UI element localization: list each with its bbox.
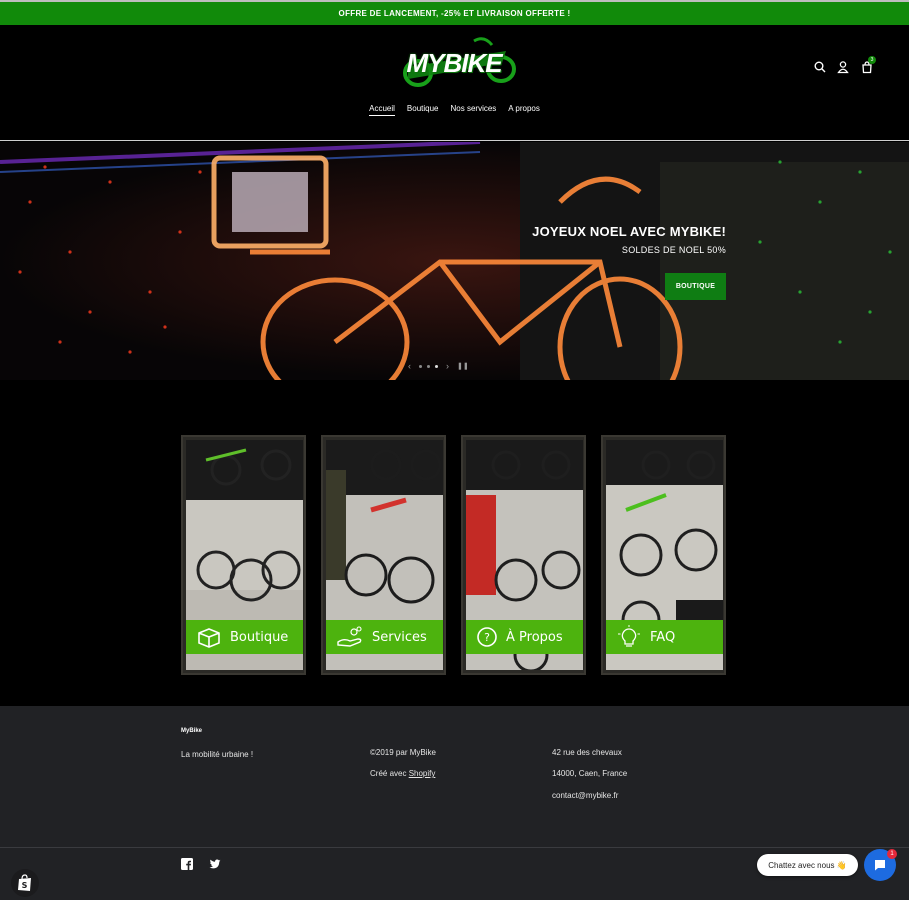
- footer-brand: MyBike: [181, 728, 203, 734]
- tile-label: À Propos: [506, 629, 563, 645]
- footer-divider: [0, 847, 909, 848]
- logo-text: MYBIKE: [406, 47, 502, 78]
- hero-slideshow: JOYEUX NOEL AVEC MYBIKE! SOLDES DE NOEL …: [0, 142, 909, 380]
- tile-services[interactable]: Services: [321, 435, 446, 675]
- tile-band: FAQ: [606, 620, 723, 654]
- search-icon[interactable]: [813, 60, 827, 74]
- shopify-link[interactable]: Shopify: [409, 769, 436, 778]
- user-icon[interactable]: [836, 60, 850, 74]
- footer-tagline: La mobilité urbaine !: [181, 750, 254, 759]
- facebook-icon[interactable]: [181, 858, 193, 870]
- box-icon: [198, 628, 220, 648]
- nav-item-apropos[interactable]: A propos: [508, 104, 540, 116]
- site-logo[interactable]: MYBIKE: [388, 37, 520, 89]
- main-nav: Accueil Boutique Nos services A propos: [0, 104, 909, 116]
- chevron-left-icon[interactable]: ‹: [408, 361, 411, 371]
- footer-address-line2: 14000, Caen, France: [552, 769, 628, 778]
- footer-email[interactable]: contact@mybike.fr: [552, 791, 618, 800]
- shopify-admin-badge[interactable]: S: [11, 869, 39, 897]
- pause-icon[interactable]: ❚❚: [457, 362, 469, 370]
- svg-text:?: ?: [484, 631, 490, 644]
- hero-subtitle: SOLDES DE NOEL 50%: [621, 245, 726, 255]
- chat-icon: [875, 860, 885, 871]
- chevron-right-icon[interactable]: ›: [446, 361, 449, 371]
- tile-label: FAQ: [650, 629, 676, 645]
- footer-address-line1: 42 rue des chevaux: [552, 748, 622, 757]
- twitter-icon[interactable]: [209, 858, 221, 870]
- tile-band: Boutique: [186, 620, 303, 654]
- hero-shop-button[interactable]: BOUTIQUE: [665, 273, 726, 300]
- tile-band: ? À Propos: [466, 620, 583, 654]
- slide-dots: [419, 364, 438, 368]
- hand-coins-icon: [337, 626, 362, 647]
- tile-boutique[interactable]: Boutique: [181, 435, 306, 675]
- lightbulb-icon: [618, 625, 640, 647]
- slide-dot[interactable]: [419, 364, 422, 368]
- tile-band: Services: [326, 620, 443, 654]
- svg-text:S: S: [22, 881, 28, 890]
- announcement-bar: OFFRE DE LANCEMENT, -25% ET LIVRAISON OF…: [0, 0, 909, 25]
- tile-label: Boutique: [230, 629, 289, 645]
- slideshow-controls: ‹ › ❚❚: [408, 360, 502, 372]
- chat-prompt[interactable]: Chattez avec nous 👋: [757, 854, 858, 876]
- nav-item-services[interactable]: Nos services: [451, 104, 497, 116]
- tile-apropos[interactable]: ? À Propos: [461, 435, 586, 675]
- tile-label: Services: [372, 629, 427, 645]
- nav-item-accueil[interactable]: Accueil: [369, 104, 395, 116]
- slide-dot[interactable]: [427, 364, 430, 368]
- category-tiles: Boutique Services ? À Propos FAQ: [0, 380, 909, 706]
- tile-faq[interactable]: FAQ: [601, 435, 726, 675]
- footer-created-prefix: Créé avec: [370, 769, 409, 778]
- footer-copyright: ©2019 par MyBike: [370, 748, 436, 757]
- hero-title: JOYEUX NOEL AVEC MYBIKE!: [532, 224, 726, 239]
- hero-image: [0, 142, 909, 380]
- slide-dot-active[interactable]: [435, 364, 438, 368]
- question-icon: ?: [477, 627, 497, 647]
- nav-item-boutique[interactable]: Boutique: [407, 104, 439, 116]
- cart-count-badge: 3: [868, 56, 876, 64]
- site-header: MYBIKE Accueil Boutique Nos services A p…: [0, 25, 909, 141]
- shopify-bag-icon: S: [18, 874, 31, 891]
- footer-created-with: Créé avec Shopify: [370, 769, 435, 778]
- chat-unread-badge: 1: [887, 849, 897, 859]
- site-footer: MyBike La mobilité urbaine ! ©2019 par M…: [0, 706, 909, 900]
